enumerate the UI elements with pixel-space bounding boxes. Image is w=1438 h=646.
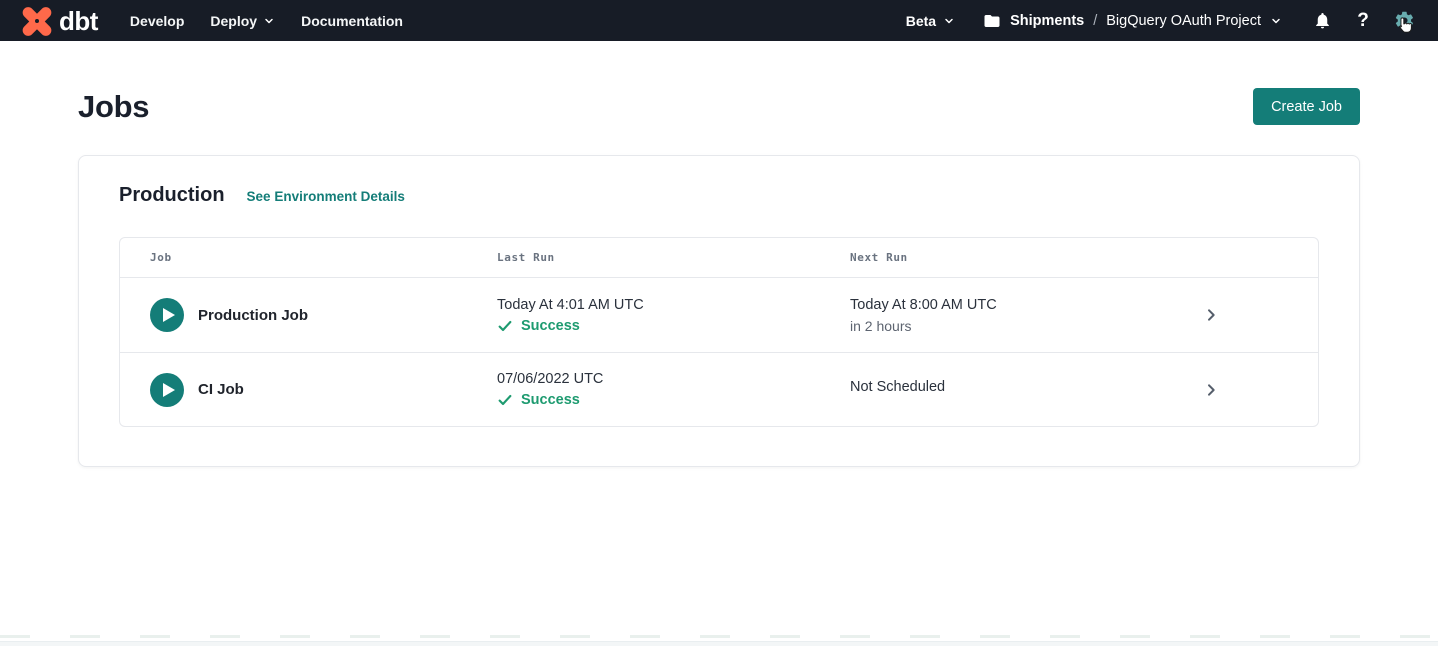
column-header-next-run: Next Run <box>850 251 1181 264</box>
status-badge: Success <box>521 318 580 334</box>
environment-header: Production See Environment Details <box>119 184 1319 207</box>
checkmark-icon <box>497 392 513 408</box>
column-header-job: Job <box>150 251 497 264</box>
next-run-time: Not Scheduled <box>850 379 1181 395</box>
page-header: Jobs Create Job <box>78 88 1360 125</box>
navbar-icon-group: ? <box>1310 9 1416 33</box>
job-name: CI Job <box>198 381 244 398</box>
beta-dropdown[interactable]: Beta <box>906 13 955 29</box>
beta-label: Beta <box>906 13 936 29</box>
nav-item-documentation[interactable]: Documentation <box>301 13 403 29</box>
page-bottom-bar <box>0 641 1438 646</box>
environment-card: Production See Environment Details Job L… <box>78 155 1360 467</box>
nav-item-develop-label: Develop <box>130 13 184 29</box>
nav-item-documentation-label: Documentation <box>301 13 403 29</box>
page-bottom-texture <box>0 635 1438 638</box>
project-breadcrumb[interactable]: Shipments / BigQuery OAuth Project <box>983 12 1282 30</box>
help-button[interactable]: ? <box>1351 9 1375 33</box>
top-navbar: dbt Develop Deploy Documentation Beta Sh… <box>0 0 1438 41</box>
settings-button[interactable] <box>1392 9 1416 33</box>
dbt-logo-icon <box>22 6 52 36</box>
environment-name: Production <box>119 184 225 207</box>
nav-item-deploy-label: Deploy <box>210 13 257 29</box>
notifications-button[interactable] <box>1310 9 1334 33</box>
checkmark-icon <box>497 318 513 334</box>
dbt-logo[interactable]: dbt <box>22 6 98 36</box>
job-name: Production Job <box>198 307 308 324</box>
last-run-time: Today At 4:01 AM UTC <box>497 297 850 313</box>
nav-item-deploy[interactable]: Deploy <box>210 13 275 29</box>
breadcrumb-separator: / <box>1093 13 1097 29</box>
last-run-time: 07/06/2022 UTC <box>497 371 850 387</box>
breadcrumb-project: BigQuery OAuth Project <box>1106 13 1261 29</box>
breadcrumb-account: Shipments <box>1010 13 1084 29</box>
gear-icon <box>1394 10 1415 31</box>
play-icon <box>163 308 175 322</box>
folder-icon <box>983 12 1001 30</box>
column-header-last-run: Last Run <box>497 251 850 264</box>
status-badge: Success <box>521 392 580 408</box>
chevron-down-icon <box>943 15 955 27</box>
chevron-down-icon <box>263 15 275 27</box>
play-icon <box>163 383 175 397</box>
see-environment-details-link[interactable]: See Environment Details <box>247 189 405 204</box>
main-nav: Develop Deploy Documentation <box>130 13 403 29</box>
bell-icon <box>1313 11 1332 30</box>
chevron-down-icon <box>1270 15 1282 27</box>
run-job-play-button[interactable] <box>150 373 184 407</box>
main-content: Jobs Create Job Production See Environme… <box>0 41 1438 467</box>
jobs-table: Job Last Run Next Run Production Job Tod… <box>119 237 1319 427</box>
nav-item-develop[interactable]: Develop <box>130 13 184 29</box>
table-row-ci-job[interactable]: CI Job 07/06/2022 UTC Success Not Schedu… <box>120 352 1318 426</box>
next-run-time: Today At 8:00 AM UTC <box>850 297 1181 313</box>
page-title: Jobs <box>78 89 149 125</box>
create-job-button[interactable]: Create Job <box>1253 88 1360 125</box>
dbt-logo-text: dbt <box>59 8 98 34</box>
table-row-production-job[interactable]: Production Job Today At 4:01 AM UTC Succ… <box>120 278 1318 352</box>
next-run-relative: in 2 hours <box>850 318 1181 334</box>
chevron-right-icon[interactable] <box>1203 307 1219 323</box>
run-job-play-button[interactable] <box>150 298 184 332</box>
question-mark-icon: ? <box>1357 11 1369 30</box>
jobs-table-header: Job Last Run Next Run <box>120 238 1318 278</box>
chevron-right-icon[interactable] <box>1203 382 1219 398</box>
navbar-right: Beta Shipments / BigQuery OAuth Project … <box>906 9 1416 33</box>
